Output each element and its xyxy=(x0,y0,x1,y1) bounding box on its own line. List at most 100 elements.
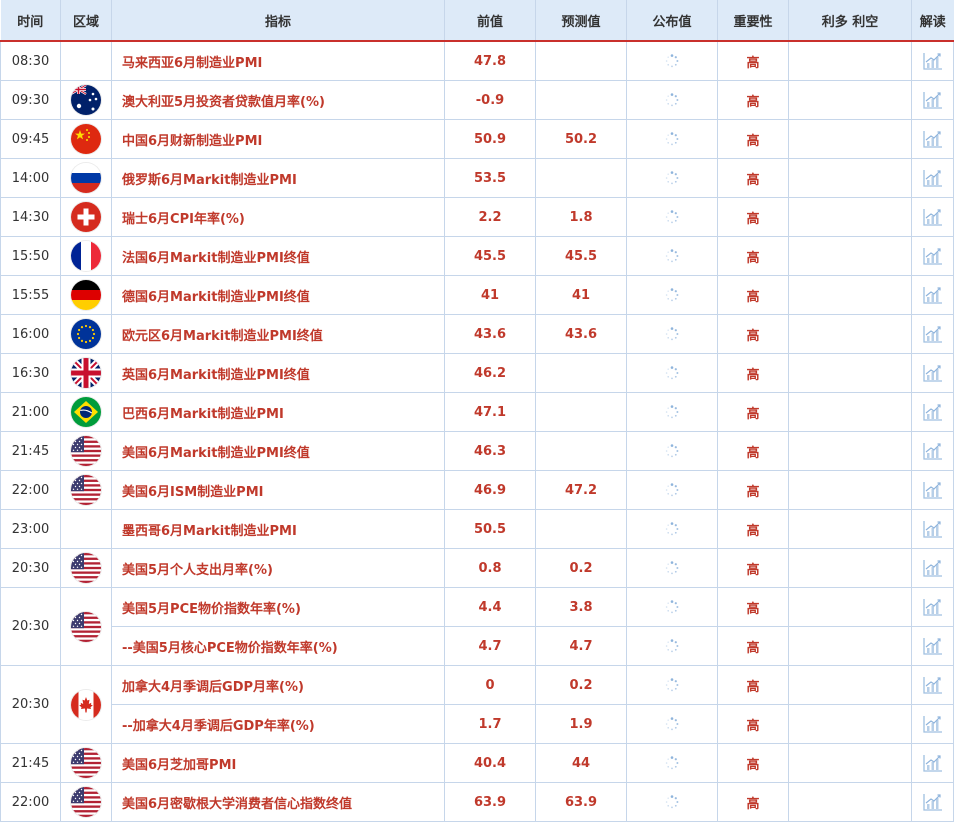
table-row: 23:00 墨西哥6月Markit制造业PMI 50.5 高 xyxy=(0,509,954,549)
row-time: 20:30 xyxy=(0,548,61,588)
row-importance: 高 xyxy=(717,509,789,549)
switzerland-flag-icon xyxy=(71,202,101,232)
row-actual xyxy=(626,704,718,744)
row-time: 20:30 xyxy=(0,587,61,666)
row-previous: 0 xyxy=(444,665,536,705)
chart-analysis-icon[interactable] xyxy=(922,715,943,733)
loading-spinner-icon xyxy=(665,561,679,575)
chart-analysis-icon[interactable] xyxy=(922,793,943,811)
header-region: 区域 xyxy=(60,0,112,42)
row-importance: 高 xyxy=(717,392,789,432)
row-actual xyxy=(626,158,718,198)
row-time: 21:45 xyxy=(0,431,61,471)
loading-spinner-icon xyxy=(665,405,679,419)
chart-analysis-icon[interactable] xyxy=(922,364,943,382)
table-row: 09:30 澳大利亚5月投资者贷款值月率(%) -0.9 高 xyxy=(0,80,954,120)
row-previous: 50.9 xyxy=(444,119,536,159)
row-indicator: 美国5月个人支出月率(%) xyxy=(111,548,445,588)
row-impact xyxy=(788,587,912,627)
chart-analysis-icon[interactable] xyxy=(922,520,943,538)
row-forecast xyxy=(535,80,627,120)
row-indicator: 瑞士6月CPI年率(%) xyxy=(111,197,445,237)
row-analysis xyxy=(911,470,954,510)
row-importance: 高 xyxy=(717,743,789,783)
row-impact xyxy=(788,392,912,432)
row-analysis xyxy=(911,158,954,198)
row-previous: 43.6 xyxy=(444,314,536,354)
loading-spinner-icon xyxy=(665,756,679,770)
row-indicator: 墨西哥6月Markit制造业PMI xyxy=(111,509,445,549)
row-impact xyxy=(788,41,912,81)
chart-analysis-icon[interactable] xyxy=(922,169,943,187)
chart-analysis-icon[interactable] xyxy=(922,442,943,460)
table-row: 16:00 欧元区6月Markit制造业PMI终值 43.6 43.6 高 xyxy=(0,314,954,354)
row-previous: 40.4 xyxy=(444,743,536,783)
chart-analysis-icon[interactable] xyxy=(922,208,943,226)
table-row: 15:50 法国6月Markit制造业PMI终值 45.5 45.5 高 xyxy=(0,236,954,276)
row-indicator: 巴西6月Markit制造业PMI xyxy=(111,392,445,432)
chart-analysis-icon[interactable] xyxy=(922,559,943,577)
table-row: 14:30 瑞士6月CPI年率(%) 2.2 1.8 高 xyxy=(0,197,954,237)
row-impact xyxy=(788,236,912,276)
table-row: 20:30 美国5月个人支出月率(%) 0.8 0.2 高 xyxy=(0,548,954,588)
table-row: --美国5月核心PCE物价指数年率(%) 4.7 4.7 高 xyxy=(1,626,954,666)
usa-flag-icon xyxy=(71,553,101,583)
loading-spinner-icon xyxy=(665,54,679,68)
row-importance: 高 xyxy=(717,431,789,471)
chart-analysis-icon[interactable] xyxy=(922,130,943,148)
table-row: 16:30 英国6月Markit制造业PMI终值 46.2 高 xyxy=(0,353,954,393)
row-impact xyxy=(788,80,912,120)
chart-analysis-icon[interactable] xyxy=(922,325,943,343)
chart-analysis-icon[interactable] xyxy=(922,481,943,499)
row-indicator: 欧元区6月Markit制造业PMI终值 xyxy=(111,314,445,354)
loading-spinner-icon xyxy=(665,444,679,458)
chart-analysis-icon[interactable] xyxy=(922,286,943,304)
row-time: 22:00 xyxy=(0,782,61,822)
row-previous: 47.8 xyxy=(444,41,536,81)
chart-analysis-icon[interactable] xyxy=(922,247,943,265)
row-actual xyxy=(626,548,718,588)
row-time: 15:55 xyxy=(0,275,61,315)
row-forecast xyxy=(535,509,627,549)
row-region xyxy=(60,509,112,549)
chart-analysis-icon[interactable] xyxy=(922,598,943,616)
row-importance: 高 xyxy=(717,158,789,198)
row-time: 09:45 xyxy=(0,119,61,159)
chart-analysis-icon[interactable] xyxy=(922,91,943,109)
row-previous: 41 xyxy=(444,275,536,315)
row-impact xyxy=(788,119,912,159)
row-impact xyxy=(788,782,912,822)
row-previous: 53.5 xyxy=(444,158,536,198)
row-time: 22:00 xyxy=(0,470,61,510)
row-previous: 50.5 xyxy=(444,509,536,549)
row-forecast xyxy=(535,353,627,393)
row-indicator: 澳大利亚5月投资者贷款值月率(%) xyxy=(111,80,445,120)
row-indicator: 美国6月ISM制造业PMI xyxy=(111,470,445,510)
row-forecast: 1.9 xyxy=(535,704,627,744)
chart-analysis-icon[interactable] xyxy=(922,52,943,70)
row-importance: 高 xyxy=(717,470,789,510)
row-importance: 高 xyxy=(717,197,789,237)
row-time: 21:00 xyxy=(0,392,61,432)
chart-analysis-icon[interactable] xyxy=(922,403,943,421)
row-impact xyxy=(788,431,912,471)
row-region xyxy=(60,665,112,744)
row-forecast: 45.5 xyxy=(535,236,627,276)
loading-spinner-icon xyxy=(665,210,679,224)
chart-analysis-icon[interactable] xyxy=(922,637,943,655)
row-region xyxy=(60,236,112,276)
row-forecast: 4.7 xyxy=(535,626,627,666)
loading-spinner-icon xyxy=(665,795,679,809)
row-analysis xyxy=(911,431,954,471)
loading-spinner-icon xyxy=(665,132,679,146)
table-row: 09:45 中国6月财新制造业PMI 50.9 50.2 高 xyxy=(0,119,954,159)
header-indicator: 指标 xyxy=(111,0,445,42)
chart-analysis-icon[interactable] xyxy=(922,754,943,772)
chart-analysis-icon[interactable] xyxy=(922,676,943,694)
row-region xyxy=(60,119,112,159)
row-forecast: 0.2 xyxy=(535,548,627,588)
loading-spinner-icon xyxy=(665,327,679,341)
row-previous: 4.7 xyxy=(444,626,536,666)
row-time: 21:45 xyxy=(0,743,61,783)
brazil-flag-icon xyxy=(71,397,101,427)
